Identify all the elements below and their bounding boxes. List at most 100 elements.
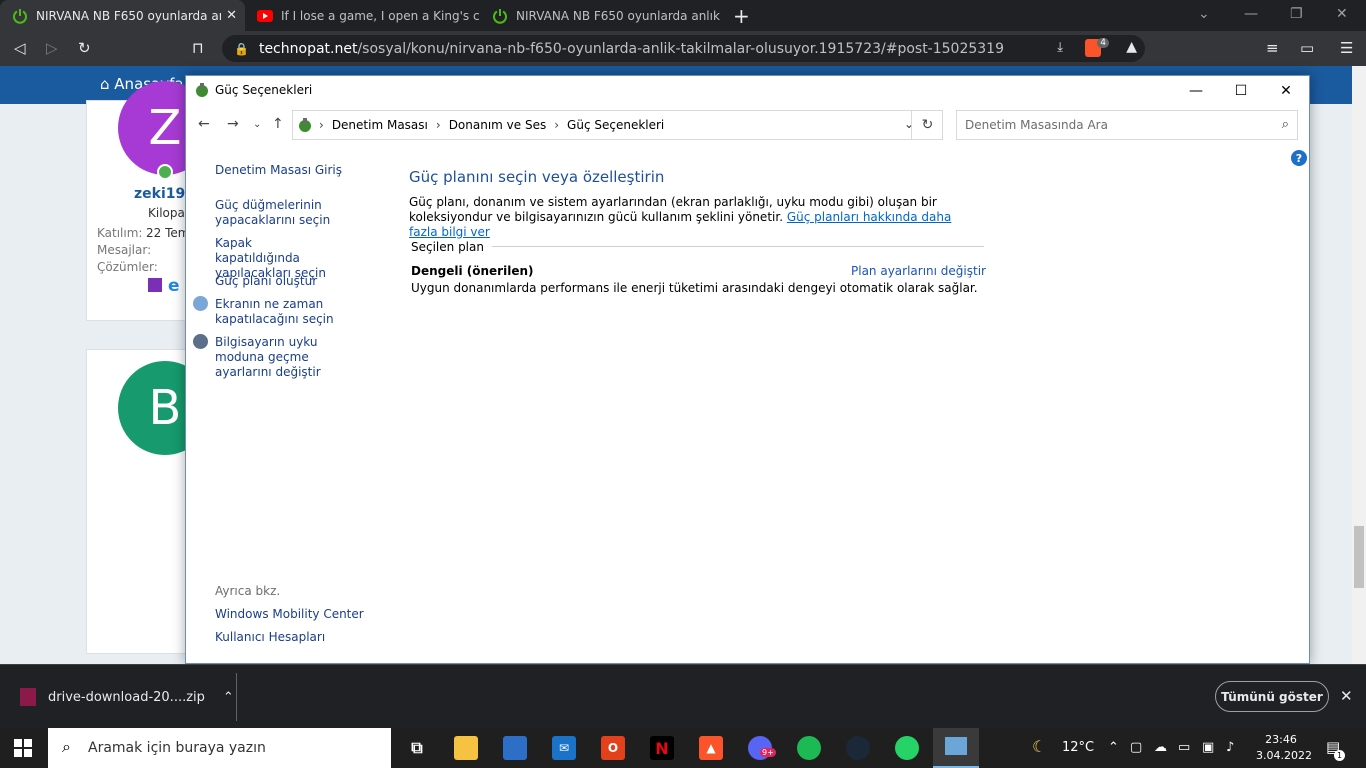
camera-icon[interactable]: ▢ [1130,740,1142,755]
back-arrow-icon[interactable]: ← [198,116,210,132]
windows-start-icon[interactable] [14,739,32,760]
onedrive-icon[interactable]: ☁ [1154,740,1167,755]
change-plan-settings-link[interactable]: Plan ayarlarını değiştir [851,264,986,278]
control-panel-icon [945,737,967,755]
battery-icon[interactable]: ▭ [1178,740,1190,755]
weather-icon[interactable]: ☾ [1032,737,1046,756]
taskbar-search-input[interactable]: ⌕ Aramak için buraya yazın [48,728,391,768]
power-buttons-link[interactable]: Güç düğmelerinin yapacaklarını seçin [215,198,335,228]
playlist-icon[interactable]: ≡ [1266,39,1279,57]
window-title: Güç Seçenekleri [215,83,313,97]
whatsapp-icon[interactable] [895,736,919,760]
sleep-settings-link[interactable]: Bilgisayarın uyku moduna geçme ayarların… [215,335,365,380]
brave-rewards-icon[interactable]: ▲ [1126,39,1137,55]
download-filename: drive-download-20....zip [48,689,205,705]
display-off-link[interactable]: Ekranın ne zaman kapatılacağını seçin [215,297,335,327]
maximize-button[interactable]: ☐ [1218,79,1264,103]
scrollbar-thumb[interactable] [1354,526,1364,588]
search-icon: ⌕ [62,737,71,756]
joined-value: 22 Tem [146,226,190,240]
lock-icon: 🔒 [234,41,249,56]
control-panel-home-link[interactable]: Denetim Masası Giriş [215,163,342,178]
steam-icon[interactable] [846,736,870,760]
plan-name[interactable]: Dengeli (önerilen) [411,264,534,278]
selected-plan-header: Seçilen plan [411,240,492,254]
plan-description: Uygun donanımlarda performans ile enerji… [411,281,978,295]
divider [479,246,984,247]
network-icon[interactable]: ▣ [1202,740,1214,755]
notification-badge: 1 [1334,750,1345,761]
search-input[interactable]: Denetim Masasında Ara ⌕ [956,110,1298,140]
browser-tab[interactable]: If I lose a game, I open a King's chest [245,0,480,31]
edge-badge-icon: e [168,276,180,296]
download-item[interactable]: drive-download-20....zip ⌃ [20,688,234,706]
breadcrumb-item[interactable]: Güç Seçenekleri [567,118,664,132]
close-icon[interactable]: ✕ [1340,687,1353,705]
forward-icon[interactable]: ▷ [46,39,58,57]
bookmark-icon[interactable]: ⊓ [192,39,204,57]
browser-tab[interactable]: NIRVANA NB F650 oyunlarda anlık tak [480,0,720,31]
task-view-icon[interactable]: ⧉ [405,736,429,760]
file-explorer-icon[interactable] [454,736,478,760]
volume-icon[interactable]: ♪ [1226,740,1234,755]
back-icon[interactable]: ◁ [14,39,26,57]
breadcrumb[interactable]: › Denetim Masası › Donanım ve Ses › Güç … [292,110,943,140]
close-button[interactable]: ✕ [1263,79,1309,103]
breadcrumb-item[interactable]: Denetim Masası [332,118,428,132]
clock-icon [193,296,208,311]
divider [236,673,237,721]
power-options-window: Güç Seçenekleri — ☐ ✕ ← → ⌄ ↑ › Denetim … [185,75,1310,664]
create-plan-link[interactable]: Güç planı oluştur [215,274,317,289]
close-icon[interactable]: ✕ [1336,6,1348,22]
breadcrumb-item[interactable]: Donanım ve Ses [449,118,547,132]
time: 23:46 [1265,733,1297,746]
show-hidden-icons-icon[interactable]: ⌃ [1108,740,1119,755]
moon-icon [193,334,208,349]
store-icon[interactable] [503,736,527,760]
date: 3.04.2022 [1256,749,1312,762]
minimize-icon[interactable]: — [1244,6,1258,22]
up-arrow-icon[interactable]: ↑ [272,116,284,132]
address-bar[interactable]: 🔒 technopat.net /sosyal/konu/nirvana-nb-… [222,35,1145,62]
install-icon[interactable]: ⤓ [1057,40,1063,55]
reload-icon[interactable]: ↻ [78,39,91,57]
show-all-button[interactable]: Tümünü göster [1215,681,1329,712]
netflix-icon[interactable]: N [650,736,674,760]
windows-badge-icon [148,278,162,292]
power-icon [492,8,508,24]
restore-icon[interactable]: ❐ [1290,6,1303,22]
solutions-label: Çözümler: [97,260,158,274]
wallet-icon[interactable]: ▭ [1300,39,1314,57]
office-icon[interactable]: O [601,736,625,760]
help-icon[interactable]: ? [1291,150,1307,166]
menu-icon[interactable]: ☰ [1340,39,1353,57]
recent-pages-icon[interactable]: ⌄ [253,119,261,130]
online-status-icon [157,164,173,180]
shields-badge: 4 [1097,38,1109,48]
browser-toolbar: ◁ ▷ ↻ ⊓ 🔒 technopat.net /sosyal/konu/nir… [0,31,1366,66]
zip-file-icon [20,688,36,706]
mobility-center-link[interactable]: Windows Mobility Center [215,607,364,622]
url-path: /sosyal/konu/nirvana-nb-f650-oyunlarda-a… [357,40,1004,57]
tab-search-icon[interactable]: ⌄ [1198,6,1210,22]
user-accounts-link[interactable]: Kullanıcı Hesapları [215,630,325,645]
mail-icon[interactable]: ✉ [552,736,576,760]
clock[interactable]: 23:46 3.04.2022 [1256,732,1312,764]
control-panel-taskbar-button[interactable] [933,728,979,768]
messages-label: Mesajlar: [97,243,152,257]
spotify-icon[interactable] [797,736,821,760]
control-panel-icon [297,117,313,136]
chevron-up-icon[interactable]: ⌃ [223,690,234,705]
refresh-button[interactable]: ↻ [911,110,943,140]
close-tab-icon[interactable]: ✕ [226,8,237,23]
weather-temp[interactable]: 12°C [1062,740,1094,755]
forward-arrow-icon[interactable]: → [227,116,239,132]
minimize-button[interactable]: — [1173,79,1219,103]
new-tab-icon[interactable]: + [733,4,750,28]
brave-icon[interactable]: ▲ [699,736,723,760]
youtube-icon [257,8,273,24]
search-icon: ⌕ [1281,117,1289,132]
browser-tab[interactable]: NIRVANA NB F650 oyunlarda anlık ✕ [0,0,245,31]
tab-title: If I lose a game, I open a King's chest [281,8,480,23]
explorer-address-row: ← → ⌄ ↑ › Denetim Masası › Donanım ve Se… [186,110,1309,140]
